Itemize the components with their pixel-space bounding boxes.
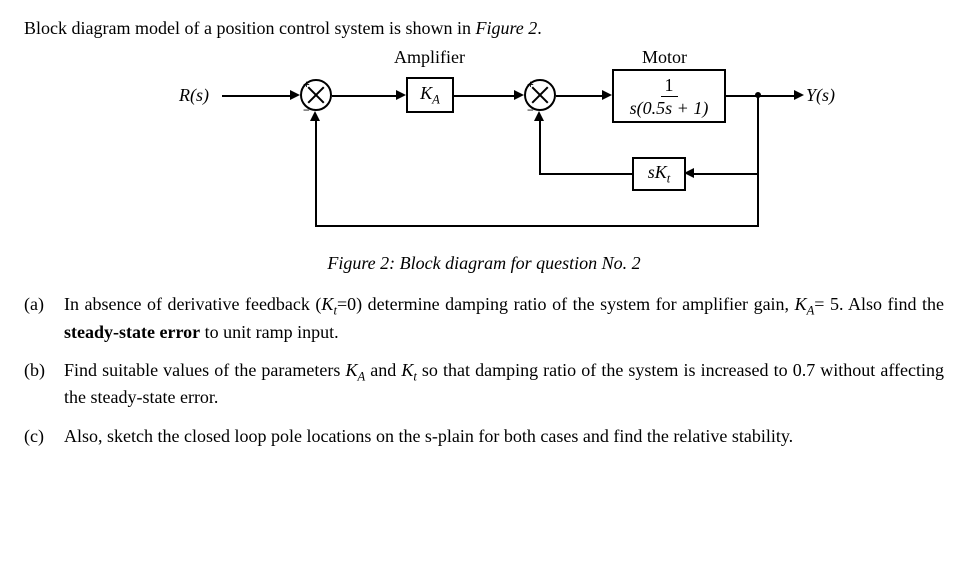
deriv-sk: sK <box>648 162 667 182</box>
amplifier-label: Amplifier <box>394 47 465 68</box>
sum2-plus: + <box>527 77 534 92</box>
question-c-body: Also, sketch the closed loop pole locati… <box>64 424 944 448</box>
question-a-label: (a) <box>24 292 64 316</box>
deriv-sub: t <box>667 171 671 185</box>
arrow-icon <box>514 90 524 100</box>
motor-label: Motor <box>642 47 687 68</box>
intro-post: . <box>537 18 542 38</box>
input-label: R(s) <box>179 85 209 106</box>
question-a-body: In absence of derivative feedback (Kt=0)… <box>64 292 944 344</box>
block-diagram: Amplifier Motor R(s) Y(s) + − KA + − 1 s… <box>104 47 864 247</box>
amplifier-block: KA <box>406 77 454 113</box>
question-c-label: (c) <box>24 424 64 448</box>
amp-gain-k: K <box>420 83 432 103</box>
steady-state-error-emph: steady-state error <box>64 322 200 342</box>
question-b-label: (b) <box>24 358 64 382</box>
intro-figure-ref: Figure 2 <box>475 18 537 38</box>
sum2-minus: − <box>527 103 534 118</box>
sum1-plus: + <box>303 77 310 92</box>
question-b-body: Find suitable values of the parameters K… <box>64 358 944 410</box>
arrow-icon <box>534 111 544 121</box>
arrow-icon <box>602 90 612 100</box>
arrow-icon <box>290 90 300 100</box>
figure-caption: Figure 2: Block diagram for question No.… <box>24 253 944 274</box>
motor-denominator: s(0.5s + 1) <box>630 97 709 117</box>
arrow-icon <box>794 90 804 100</box>
amp-gain-sub: A <box>432 92 440 106</box>
question-b: (b) Find suitable values of the paramete… <box>24 358 944 410</box>
arrow-icon <box>310 111 320 121</box>
motor-numerator: 1 <box>661 76 678 97</box>
output-label: Y(s) <box>806 85 835 106</box>
question-c: (c) Also, sketch the closed loop pole lo… <box>24 424 944 448</box>
derivative-feedback-block: sKt <box>632 157 686 191</box>
sum1-minus: − <box>303 103 310 118</box>
arrow-icon <box>396 90 406 100</box>
motor-block: 1 s(0.5s + 1) <box>612 69 726 123</box>
question-a: (a) In absence of derivative feedback (K… <box>24 292 944 344</box>
intro-text: Block diagram model of a position contro… <box>24 18 944 39</box>
intro-pre: Block diagram model of a position contro… <box>24 18 475 38</box>
